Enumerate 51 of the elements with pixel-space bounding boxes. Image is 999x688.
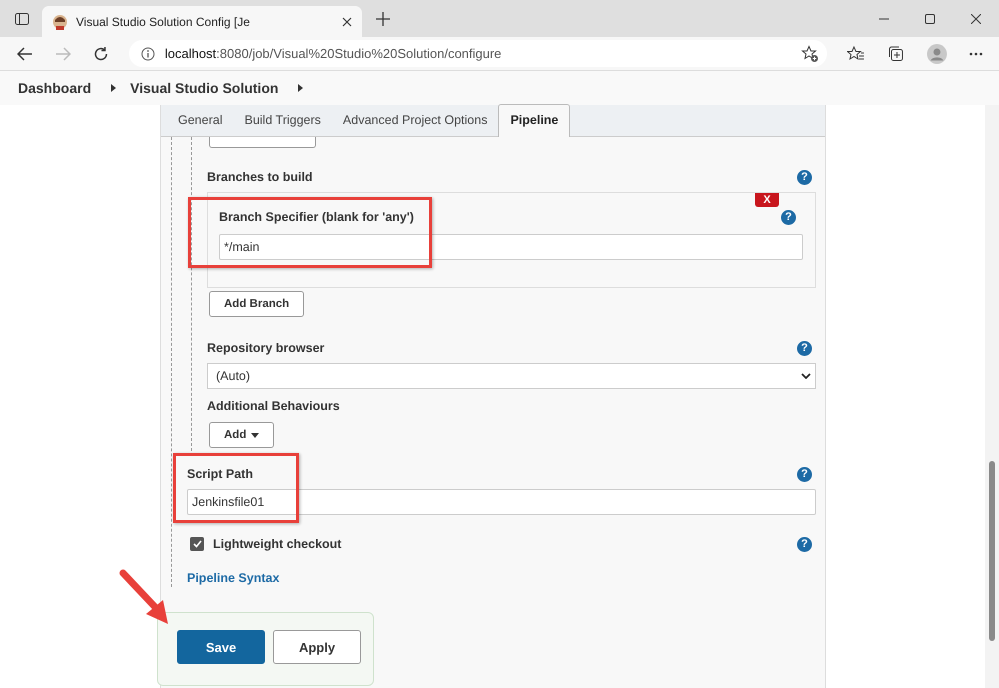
refresh-icon[interactable] [92, 46, 109, 62]
collections-icon[interactable] [887, 44, 906, 62]
config-tab[interactable]: Build Triggers [233, 105, 332, 136]
field-label: Script Path [187, 467, 253, 481]
delete-button[interactable]: X [755, 193, 779, 207]
input-field[interactable]: */main [219, 234, 803, 260]
help-icon[interactable]: ? [797, 170, 812, 184]
config-tab[interactable]: Pipeline [498, 104, 570, 137]
help-icon[interactable]: ? [781, 210, 796, 224]
new-tab-icon[interactable] [376, 12, 390, 26]
address-field[interactable]: localhost:8080/job/Visual%20Studio%20Solution/configure [128, 40, 828, 67]
config-tab[interactable]: Advanced Project Options [332, 105, 498, 136]
caret-icon[interactable] [111, 84, 116, 92]
add-branch-button[interactable]: Add Branch [209, 291, 304, 317]
scrollbar[interactable] [985, 105, 999, 688]
apply-button[interactable]: Apply [273, 630, 361, 664]
pipeline-syntax-link[interactable]: Pipeline Syntax [187, 571, 280, 585]
more-icon[interactable] [969, 52, 983, 56]
favorite-add-icon[interactable] [801, 44, 820, 62]
checkbox[interactable] [190, 537, 204, 551]
tab-actions-icon[interactable] [14, 10, 30, 26]
url-text: localhost:8080/job/Visual%20Studio%20Solution/configure [164, 46, 502, 61]
save-button[interactable]: Save [177, 630, 265, 664]
profile-avatar-icon[interactable] [927, 44, 948, 64]
input-field[interactable]: Jenkinsfile01 [187, 489, 816, 515]
maximize-icon[interactable] [925, 14, 935, 24]
field-label: Branch Specifier (blank for 'any') [219, 210, 414, 224]
info-icon [140, 46, 155, 60]
checkbox-label: Lightweight checkout [213, 537, 342, 551]
chevron-down-icon[interactable] [801, 373, 811, 379]
close-icon[interactable] [342, 16, 352, 26]
add-button[interactable]: Add [209, 422, 274, 448]
tab-title: Visual Studio Solution Config [Je [76, 14, 251, 28]
caret-icon[interactable] [298, 84, 304, 92]
browser-tab[interactable]: Visual Studio Solution Config [Je [42, 6, 362, 37]
favorites-icon[interactable] [847, 44, 866, 62]
check-icon[interactable] [192, 540, 202, 548]
breadcrumb-link[interactable]: Visual Studio Solution [130, 80, 278, 96]
dropdown[interactable]: (Auto) [207, 363, 816, 389]
favicon-icon [52, 14, 68, 30]
help-icon[interactable]: ? [797, 466, 812, 482]
field-label: Branches to build [207, 170, 313, 184]
close-window-icon[interactable] [971, 14, 981, 24]
help-icon[interactable]: ? [797, 340, 812, 356]
field-label: Repository browser [207, 341, 324, 355]
breadcrumb-link[interactable]: Dashboard [18, 80, 92, 96]
config-tab[interactable]: General [167, 105, 234, 136]
caret-icon[interactable] [251, 432, 260, 438]
field-label: Additional Behaviours [207, 399, 340, 413]
help-icon[interactable]: ? [797, 536, 812, 552]
back-icon[interactable] [17, 46, 33, 60]
